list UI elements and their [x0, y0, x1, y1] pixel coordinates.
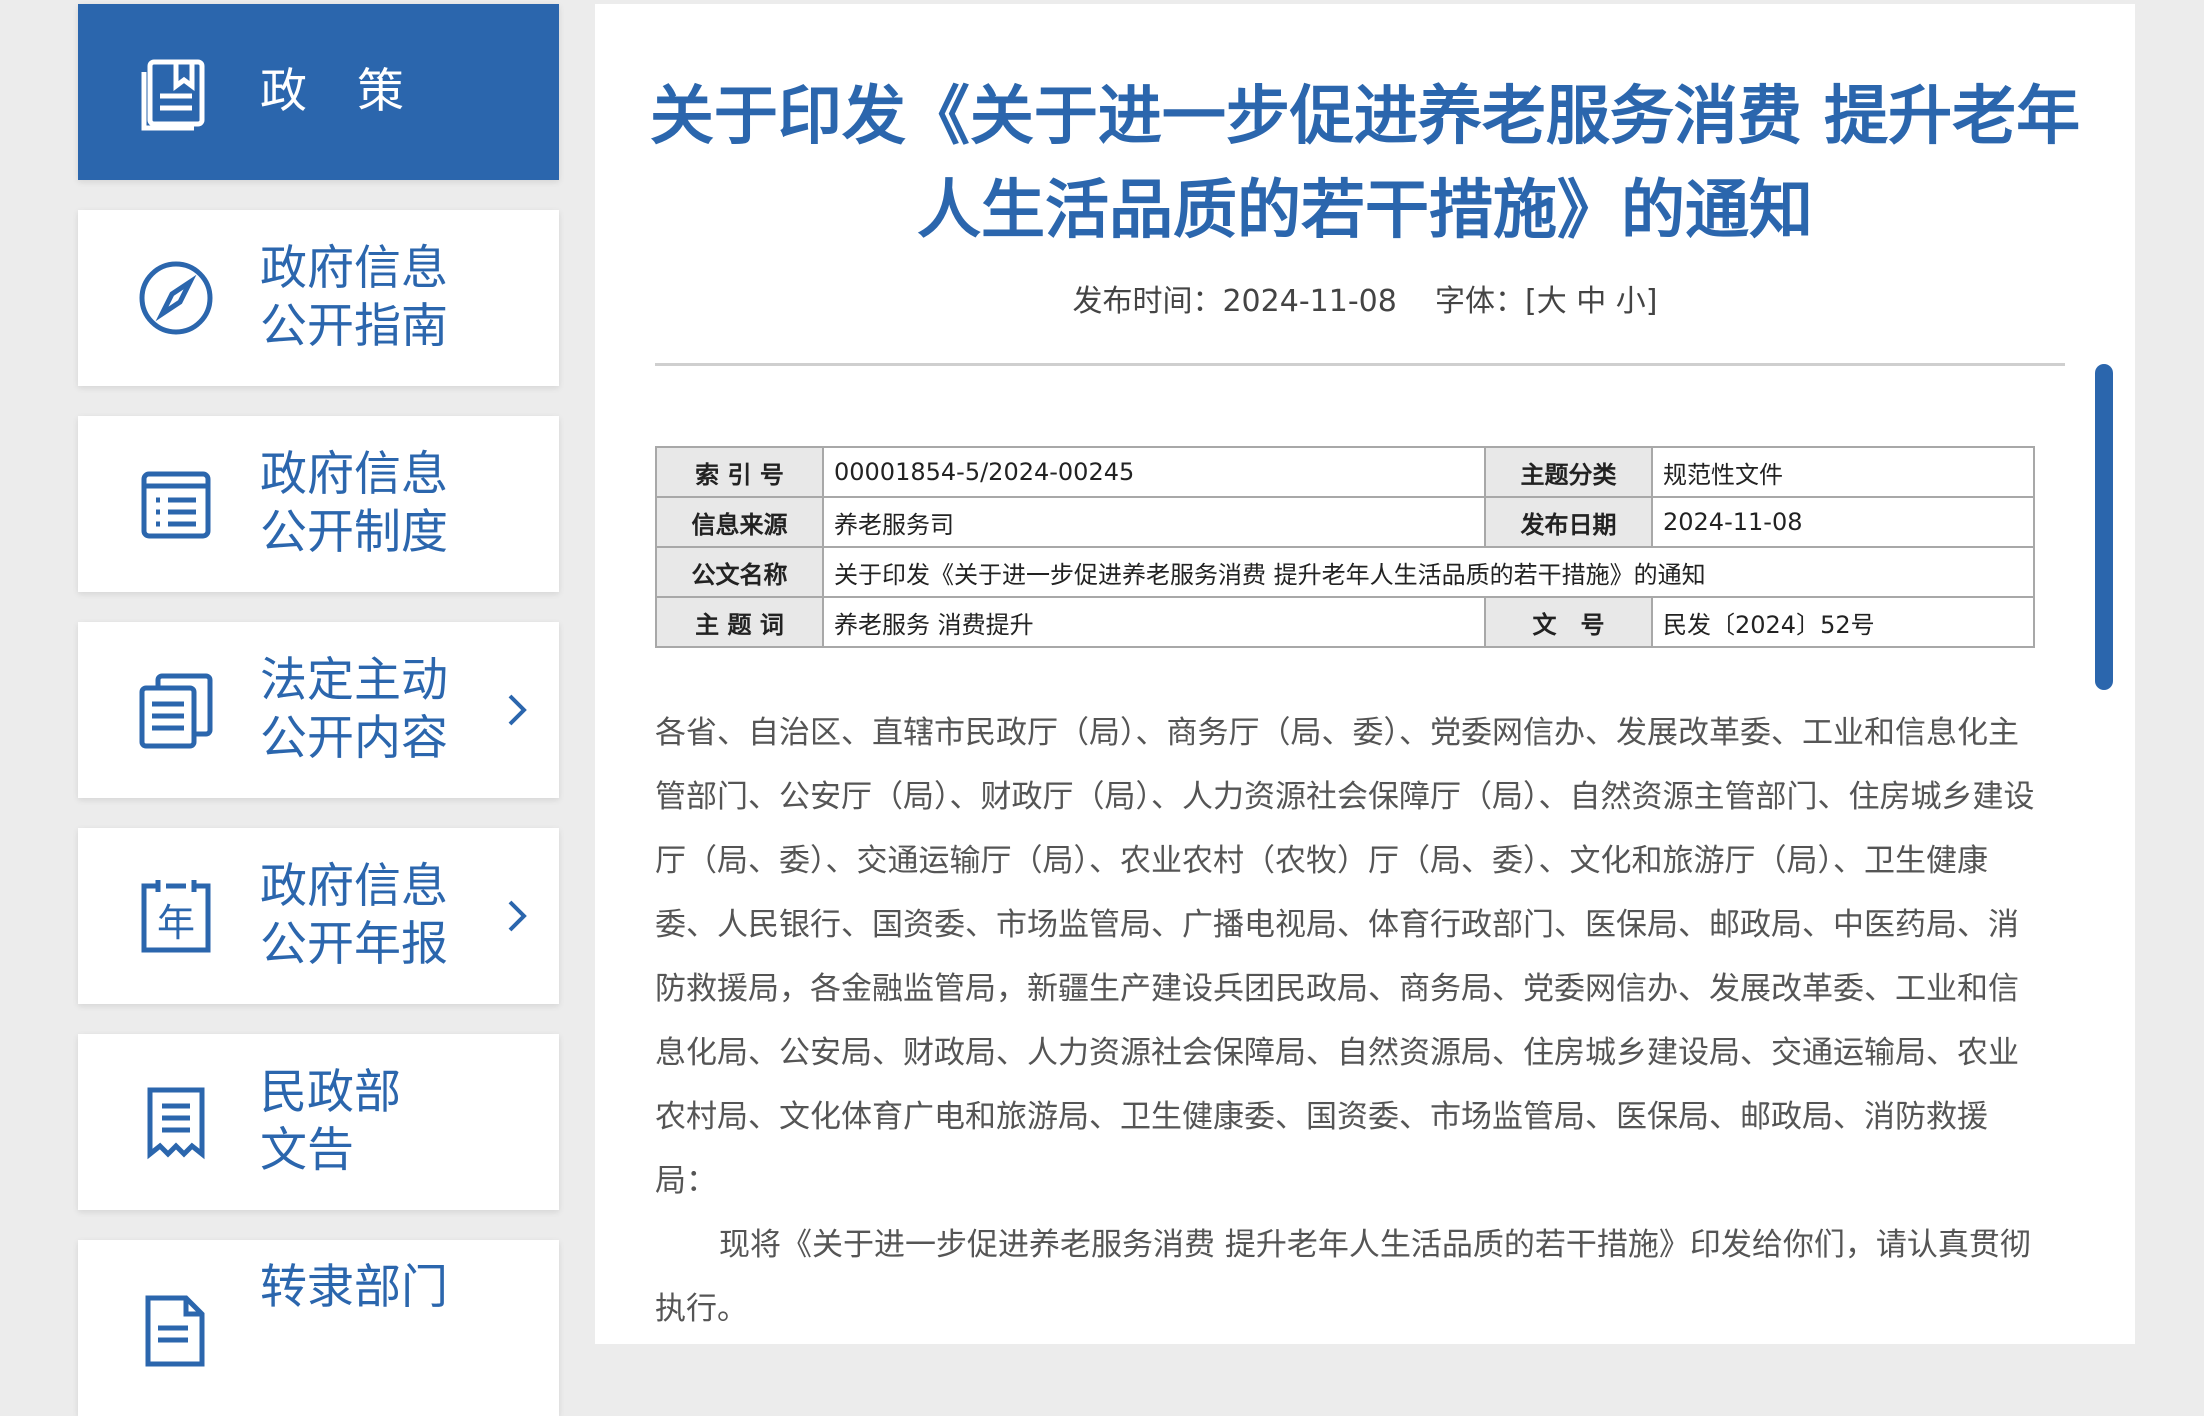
sidebar-item-policy[interactable]: 政策	[78, 4, 559, 180]
publish-time-value: 2024-11-08	[1222, 284, 1397, 319]
sidebar-item-label: 民政部 文告	[260, 1065, 401, 1178]
sidebar-item-label: 政府信息 公开指南	[260, 241, 448, 354]
transfer-document-icon	[145, 1295, 205, 1367]
publish-time-label: 发布时间：	[1072, 284, 1223, 319]
document-number-value: 民发〔2024〕52号	[1651, 596, 2035, 648]
compass-icon	[139, 261, 213, 335]
announcement-icon	[147, 1087, 205, 1160]
font-size-label: 字体：	[1434, 284, 1525, 319]
sidebar-item-annual-report[interactable]: 年 政府信息 公开年报	[78, 828, 559, 1004]
publish-date-value: 2024-11-08	[1651, 496, 2035, 548]
document-name-label: 公文名称	[655, 546, 824, 598]
font-size-bracket-open: [	[1524, 284, 1537, 319]
sidebar-item-statutory-content[interactable]: 法定主动 公开内容	[78, 622, 559, 798]
annual-report-calendar-icon: 年	[141, 880, 211, 953]
sidebar-item-announcements[interactable]: 民政部 文告	[78, 1034, 559, 1210]
article-panel: 关于印发《关于进一步促进养老服务消费 提升老年 人生活品质的若干措施》的通知 发…	[595, 4, 2135, 1344]
source-label: 信息来源	[655, 496, 824, 548]
table-row: 主 题 词 养老服务 消费提升 文 号 民发〔2024〕52号	[655, 596, 2035, 648]
sidebar-item-label: 政策	[260, 64, 454, 119]
category-value: 规范性文件	[1651, 446, 2035, 498]
sidebar-item-label: 法定主动 公开内容	[260, 653, 448, 766]
title-divider	[655, 363, 2065, 366]
table-row: 信息来源 养老服务司 发布日期 2024-11-08	[655, 496, 2035, 548]
category-label: 主题分类	[1484, 446, 1653, 498]
font-size-bracket-close: ]	[1645, 284, 1658, 319]
scrollbar-thumb[interactable]	[2095, 364, 2113, 690]
sidebar-item-transferred-departments[interactable]: 转隶部门	[78, 1240, 559, 1416]
policy-document-icon	[141, 59, 205, 131]
sidebar-item-label: 转隶部门	[260, 1260, 448, 1315]
publish-date-label: 发布日期	[1484, 496, 1653, 548]
list-document-icon	[141, 471, 211, 539]
table-row: 公文名称 关于印发《关于进一步促进养老服务消费 提升老年人生活品质的若干措施》的…	[655, 546, 2035, 598]
table-row: 索 引 号 00001854-5/2024-00245 主题分类 规范性文件	[655, 446, 2035, 498]
document-number-label: 文 号	[1484, 596, 1653, 648]
chevron-right-icon[interactable]	[492, 892, 540, 940]
keywords-label: 主 题 词	[655, 596, 824, 648]
sidebar-item-disclosure-guide[interactable]: 政府信息 公开指南	[78, 210, 559, 386]
font-size-large-button[interactable]: 大	[1537, 284, 1567, 319]
keywords-value: 养老服务 消费提升	[822, 596, 1486, 648]
index-number-value: 00001854-5/2024-00245	[822, 446, 1486, 498]
documents-icon	[139, 673, 213, 749]
addressees-paragraph: 各省、自治区、直辖市民政厅（局）、商务厅（局、委）、党委网信办、发展改革委、工业…	[655, 715, 2035, 1199]
svg-text:年: 年	[157, 901, 195, 945]
sidebar-item-label: 政府信息 公开制度	[260, 447, 448, 560]
sidebar-item-label: 政府信息 公开年报	[260, 859, 448, 972]
sidebar-item-disclosure-system[interactable]: 政府信息 公开制度	[78, 416, 559, 592]
article-body: 各省、自治区、直辖市民政厅（局）、商务厅（局、委）、党委网信办、发展改革委、工业…	[655, 701, 2040, 1341]
index-number-label: 索 引 号	[655, 446, 824, 498]
chevron-right-icon[interactable]	[492, 686, 540, 734]
document-info-table: 索 引 号 00001854-5/2024-00245 主题分类 规范性文件 信…	[655, 446, 2035, 648]
font-size-small-button[interactable]: 小	[1616, 284, 1646, 319]
document-name-value: 关于印发《关于进一步促进养老服务消费 提升老年人生活品质的若干措施》的通知	[822, 546, 2035, 598]
font-size-medium-button[interactable]: 中	[1576, 284, 1606, 319]
body-paragraph: 现将《关于进一步促进养老服务消费 提升老年人生活品质的若干措施》印发给你们，请认…	[655, 1227, 2031, 1327]
page-title: 关于印发《关于进一步促进养老服务消费 提升老年 人生活品质的若干措施》的通知	[649, 80, 2081, 248]
article-meta: 发布时间：2024-11-08 字体：[大 中 小]	[635, 276, 2095, 320]
source-value: 养老服务司	[822, 496, 1486, 548]
